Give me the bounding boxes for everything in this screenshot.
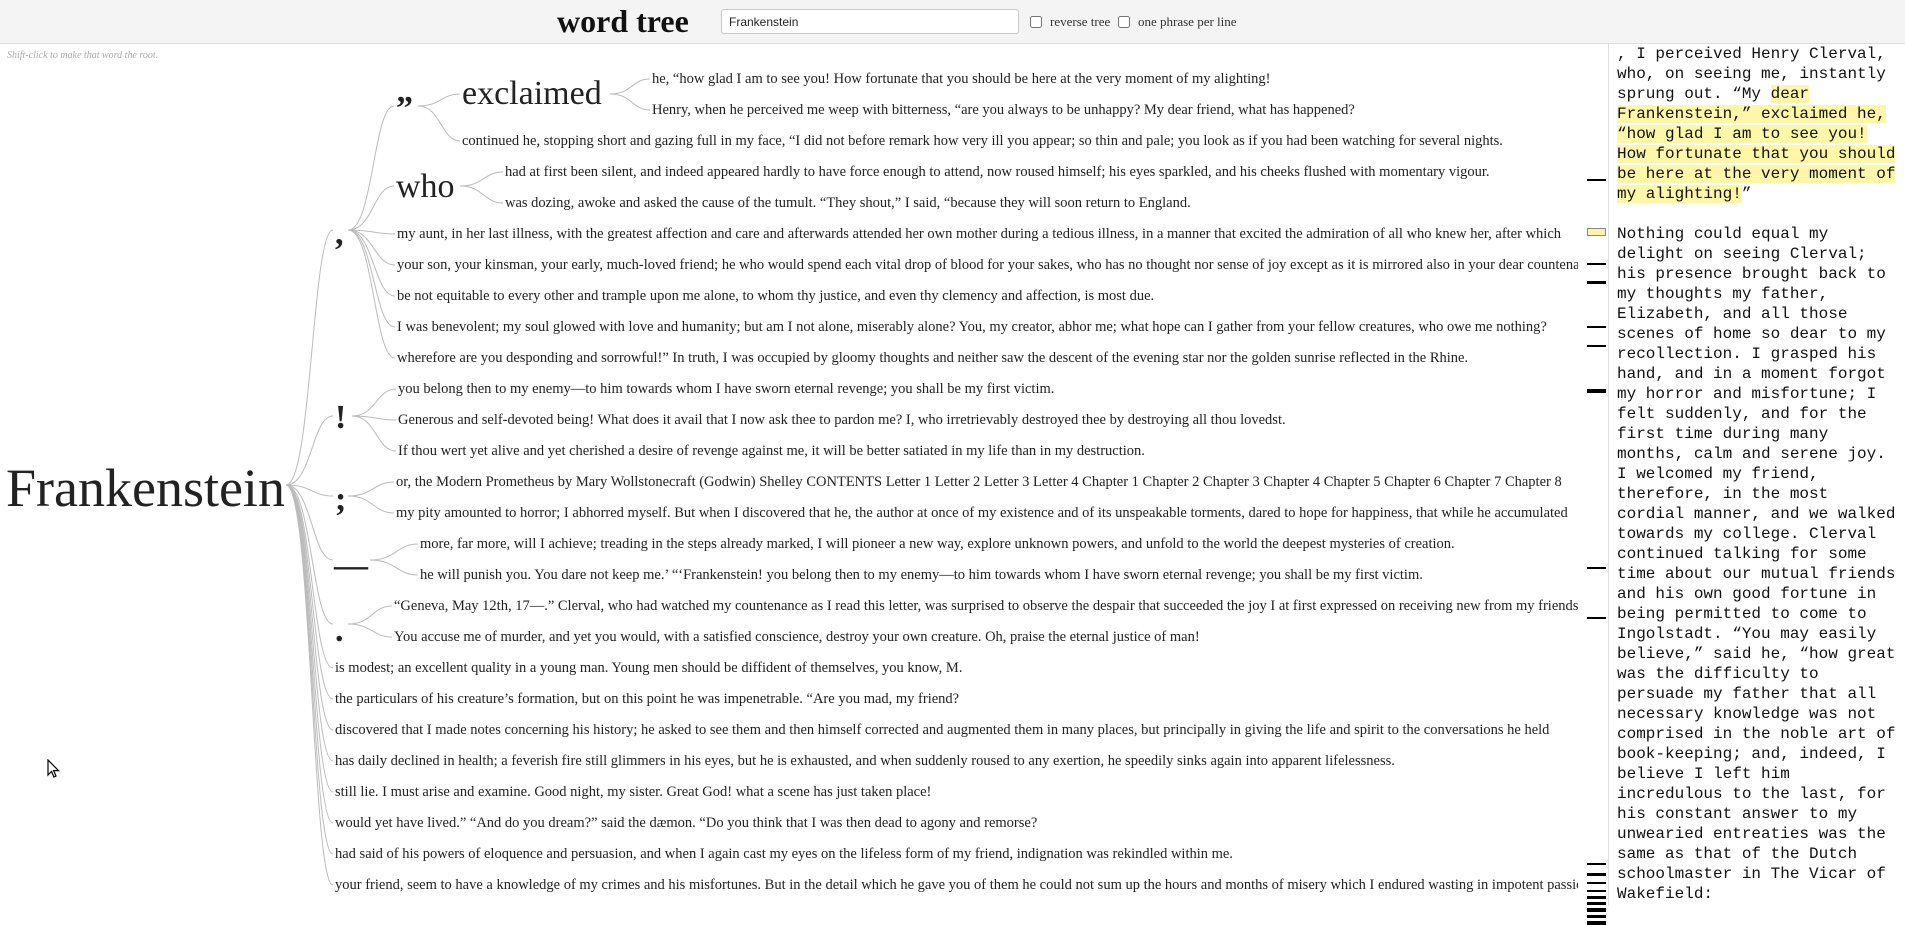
- tree-leaf[interactable]: Henry, when he perceived me weep with bi…: [652, 103, 1355, 118]
- current-occurrence-marker[interactable]: [1587, 228, 1606, 236]
- occurrence-tick[interactable]: [1587, 179, 1606, 181]
- occurrence-tick[interactable]: [1587, 896, 1606, 899]
- occurrence-tick[interactable]: [1587, 617, 1606, 619]
- tree-leaf[interactable]: was dozing, awoke and asked the cause of…: [505, 196, 1191, 211]
- tree-branch: [417, 93, 461, 107]
- context-paragraph: Nothing could equal my delight on seeing…: [1617, 225, 1896, 903]
- tree-node-quote[interactable]: ”: [396, 92, 413, 126]
- tree-node-semicolon[interactable]: ;: [335, 483, 346, 517]
- tree-branch: [417, 105, 461, 142]
- tree-branch: [285, 484, 334, 855]
- tree-leaf[interactable]: had at first been silent, and indeed app…: [505, 165, 1490, 180]
- tree-branch: [285, 415, 334, 486]
- reverse-tree-label: reverse tree: [1050, 14, 1111, 29]
- tree-leaf[interactable]: continued he, stopping short and gazing …: [462, 134, 1503, 149]
- occurrence-tick[interactable]: [1587, 882, 1606, 884]
- tree-leaf[interactable]: still lie. I must arise and examine. Goo…: [335, 785, 931, 800]
- occurrence-tick[interactable]: [1587, 345, 1606, 347]
- tree-leaf[interactable]: my pity amounted to horror; I abhorred m…: [396, 506, 1568, 521]
- occurrence-tick[interactable]: [1587, 281, 1606, 284]
- tree-leaf[interactable]: If thou wert yet alive and yet cherished…: [398, 444, 1145, 459]
- tree-branch: [369, 543, 419, 561]
- toolbar: word tree reverse tree one phrase per li…: [0, 0, 1905, 44]
- tree-leaf[interactable]: or, the Modern Prometheus by Mary Wollst…: [396, 475, 1562, 490]
- tree-branch: [459, 185, 504, 204]
- tree-node-who[interactable]: who: [396, 170, 455, 204]
- mouse-pointer-icon: [47, 759, 60, 778]
- one-phrase-label: one phrase per line: [1138, 14, 1237, 29]
- context-text-panel[interactable]: , I perceived Henry Clerval, who, on see…: [1608, 44, 1905, 906]
- reverse-tree-option[interactable]: reverse tree: [1030, 13, 1110, 31]
- reverse-tree-checkbox[interactable]: [1030, 16, 1042, 28]
- tree-leaf[interactable]: would yet have lived.” “And do you dream…: [335, 816, 1037, 831]
- app-title: word tree: [557, 3, 689, 39]
- occurrence-tick[interactable]: [1587, 873, 1606, 876]
- tree-leaf[interactable]: you belong then to my enemy—to him towar…: [398, 382, 1054, 397]
- tree-leaf[interactable]: You accuse me of murder, and yet you wou…: [394, 630, 1200, 645]
- tree-branch: [351, 415, 397, 452]
- tree-leaf[interactable]: be not equitable to every other and tram…: [397, 289, 1154, 304]
- tree-branch: [285, 229, 334, 486]
- tree-branch: [347, 605, 393, 625]
- tree-node-dash[interactable]: —: [334, 549, 368, 583]
- tree-branch: [609, 93, 651, 111]
- tree-leaf[interactable]: more, far more, will I achieve; treading…: [420, 537, 1455, 552]
- tree-leaf[interactable]: your son, your kinsman, your early, much…: [397, 258, 1578, 273]
- occurrence-tick[interactable]: [1587, 389, 1606, 393]
- tree-leaf[interactable]: your friend, seem to have a knowledge of…: [335, 878, 1578, 893]
- tree-branch: [609, 78, 651, 95]
- tree-branch: [347, 185, 395, 231]
- tree-leaf[interactable]: has daily declined in health; a feverish…: [335, 754, 1395, 769]
- tree-leaf[interactable]: my aunt, in her last illness, with the g…: [397, 227, 1561, 242]
- tree-leaf[interactable]: the particulars of his creature’s format…: [335, 692, 959, 707]
- tree-branch: [347, 229, 396, 266]
- context-text: ”: [1741, 185, 1752, 203]
- tree-leaf[interactable]: he, “how glad I am to see you! How fortu…: [652, 72, 1271, 87]
- tree-branch: [351, 388, 397, 417]
- tree-leaf[interactable]: “Geneva, May 12th, 17—.” Clerval, who ha…: [394, 599, 1578, 614]
- tree-leaf[interactable]: wherefore are you desponding and sorrowf…: [397, 351, 1468, 366]
- occurrence-tick[interactable]: [1587, 902, 1606, 905]
- tree-node-period[interactable]: .: [335, 614, 344, 648]
- occurrence-tick[interactable]: [1587, 326, 1606, 328]
- tree-leaf[interactable]: Generous and self-devoted being! What do…: [398, 413, 1286, 428]
- occurrence-tick[interactable]: [1587, 908, 1606, 912]
- word-tree: Frankenstein , ” exclaimed he, “how glad…: [0, 44, 1578, 906]
- context-paragraph: , I perceived Henry Clerval, who, on see…: [1617, 44, 1897, 204]
- one-phrase-option[interactable]: one phrase per line: [1118, 13, 1237, 31]
- tree-branch: [347, 623, 393, 638]
- tree-branch: [347, 229, 396, 359]
- occurrence-tick[interactable]: [1587, 890, 1606, 892]
- tree-branch: [459, 171, 504, 187]
- tree-branch: [369, 559, 419, 576]
- occurrence-scrollbar[interactable]: [1586, 44, 1608, 925]
- tree-node-exclaimed[interactable]: exclaimed: [462, 77, 602, 111]
- tree-leaf[interactable]: is modest; an excellent quality in a you…: [335, 661, 962, 676]
- tree-leaf[interactable]: had said of his powers of eloquence and …: [335, 847, 1233, 862]
- tree-root-word[interactable]: Frankenstein: [6, 461, 285, 515]
- context-text: , I perceived Henry Clerval, who, on see…: [1617, 45, 1886, 103]
- occurrence-tick[interactable]: [1587, 263, 1606, 265]
- tree-branch: [347, 481, 395, 497]
- tree-node-comma[interactable]: ,: [335, 217, 344, 251]
- occurrence-tick[interactable]: [1587, 921, 1606, 925]
- tree-node-exclamation[interactable]: !: [335, 401, 346, 435]
- tree-branch: [347, 495, 395, 514]
- tree-leaf[interactable]: he will punish you. You dare not keep me…: [420, 568, 1423, 583]
- tree-leaf[interactable]: I was benevolent; my soul glowed with lo…: [397, 320, 1547, 335]
- tree-leaf[interactable]: discovered that I made notes concerning …: [335, 723, 1549, 738]
- search-input[interactable]: [721, 9, 1019, 34]
- occurrence-tick[interactable]: [1587, 863, 1606, 865]
- one-phrase-checkbox[interactable]: [1118, 16, 1130, 28]
- occurrence-tick[interactable]: [1587, 567, 1606, 569]
- occurrence-tick[interactable]: [1587, 915, 1606, 918]
